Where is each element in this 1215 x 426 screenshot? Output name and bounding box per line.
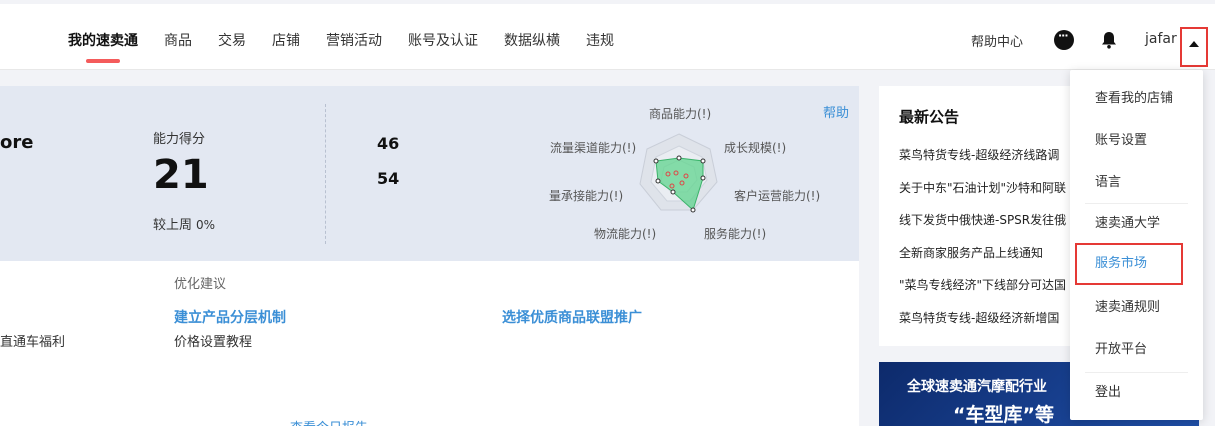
menu-item-view-store[interactable]: 查看我的店铺 <box>1070 78 1203 120</box>
nav-item-account[interactable]: 账号及认证 <box>408 30 478 50</box>
menu-item-language[interactable]: 语言 <box>1070 162 1203 204</box>
banner-line-1: 全球速卖通汽摩配行业 <box>907 379 1047 395</box>
radar-label-customer: 客户运营能力(!) <box>734 189 821 203</box>
suggestion-panel: 优化建议 建立产品分层机制 选择优质商品联盟推广 直通车福利 价格设置教程 查看… <box>0 261 859 426</box>
announcement-item[interactable]: 菜鸟特货专线-超级经济线路调 <box>899 146 1066 179</box>
radar-point <box>676 155 682 161</box>
nav-item-data[interactable]: 数据纵横 <box>504 30 560 50</box>
menu-item-logout[interactable]: 登出 <box>1070 372 1203 414</box>
radar-point <box>700 158 706 164</box>
user-menu-toggle[interactable] <box>1180 27 1208 67</box>
radar-point <box>690 207 696 213</box>
prev-week-label: 较上周 <box>153 218 193 233</box>
announcement-title: 最新公告 <box>899 108 960 126</box>
stat-value-1: 46 <box>377 134 400 153</box>
menu-item-open-platform[interactable]: 开放平台 <box>1070 329 1203 371</box>
announcement-item[interactable]: 线下发货中俄快递-SPSR发往俄 <box>899 211 1066 244</box>
suggestion-link-affiliate[interactable]: 选择优质商品联盟推广 <box>502 307 642 327</box>
bell-icon[interactable] <box>1100 31 1118 49</box>
user-name[interactable]: jafar <box>1145 31 1177 47</box>
menu-item-account-settings[interactable]: 账号设置 <box>1070 120 1203 162</box>
top-nav-bar: 我的速卖通 商品 交易 店铺 营销活动 账号及认证 数据纵横 违规 帮助中心 j… <box>0 4 1215 70</box>
main-nav: 我的速卖通 商品 交易 店铺 营销活动 账号及认证 数据纵横 违规 <box>68 30 640 63</box>
menu-item-service-market[interactable]: 服务市场 <box>1075 243 1183 285</box>
menu-item-rules[interactable]: 速卖通规则 <box>1070 287 1203 329</box>
banner-line-2: “车型库”等 <box>953 404 1054 426</box>
radar-label-product: 商品能力(!) <box>649 107 712 121</box>
radar-label-traffic-intake: 量承接能力(!) <box>549 189 624 203</box>
radar-point <box>653 158 659 164</box>
ability-radar-chart: 商品能力(!) 成长规模(!) 客户运营能力(!) 服务能力(!) 物流能力(!… <box>545 98 835 248</box>
announcement-item[interactable]: 关于中东"石油计划"沙特和阿联 <box>899 179 1066 212</box>
radar-point <box>700 175 706 181</box>
chat-icon[interactable] <box>1054 29 1074 50</box>
store-label: ore <box>0 132 34 153</box>
suggestion-title: 优化建议 <box>174 277 227 292</box>
prev-week-value: 0% <box>196 218 216 232</box>
radar-label-logistics: 物流能力(!) <box>594 227 657 241</box>
suggestion-left-text[interactable]: 直通车福利 <box>0 331 65 350</box>
announcement-item[interactable]: 菜鸟特货专线-超级经济新增国 <box>899 309 1066 342</box>
prev-week-compare: 较上周 0% <box>153 214 215 233</box>
nav-item-store[interactable]: 店铺 <box>272 30 300 50</box>
nav-item-products[interactable]: 商品 <box>164 30 192 50</box>
suggestion-link-product-tier[interactable]: 建立产品分层机制 <box>174 307 286 327</box>
announcement-item[interactable]: "菜鸟专线经济"下线部分可达国 <box>899 276 1066 309</box>
menu-item-university[interactable]: 速卖通大学 <box>1070 203 1203 245</box>
divider <box>325 104 326 244</box>
store-score-panel: ore 能力得分 21 较上周 0% 46 54 帮助 商品能力(!) 成长规模(… <box>0 86 859 261</box>
radar-point <box>655 178 661 184</box>
suggestion-price-tutorial[interactable]: 价格设置教程 <box>174 331 252 350</box>
nav-item-my-aliexpress[interactable]: 我的速卖通 <box>68 30 138 63</box>
ability-score-value: 21 <box>153 152 209 198</box>
radar-point <box>670 189 676 195</box>
radar-label-growth: 成长规模(!) <box>724 141 787 155</box>
ability-score-label: 能力得分 <box>153 132 206 147</box>
view-report-link[interactable]: 查看今日报告 <box>290 417 368 426</box>
nav-item-violations[interactable]: 违规 <box>586 30 614 50</box>
help-center-link[interactable]: 帮助中心 <box>971 31 1023 50</box>
radar-label-service: 服务能力(!) <box>704 227 767 241</box>
announcement-item[interactable]: 全新商家服务产品上线通知 <box>899 244 1066 277</box>
nav-item-marketing[interactable]: 营销活动 <box>326 30 382 50</box>
announcement-list: 菜鸟特货专线-超级经济线路调 关于中东"石油计划"沙特和阿联 线下发货中俄快递-… <box>899 146 1066 341</box>
nav-item-orders[interactable]: 交易 <box>218 30 246 50</box>
user-dropdown-menu: 查看我的店铺 账号设置 语言 速卖通大学 服务市场 速卖通规则 开放平台 登出 <box>1070 70 1203 420</box>
stat-value-2: 54 <box>377 169 400 188</box>
radar-label-traffic-channel: 流量渠道能力(!) <box>550 141 637 155</box>
